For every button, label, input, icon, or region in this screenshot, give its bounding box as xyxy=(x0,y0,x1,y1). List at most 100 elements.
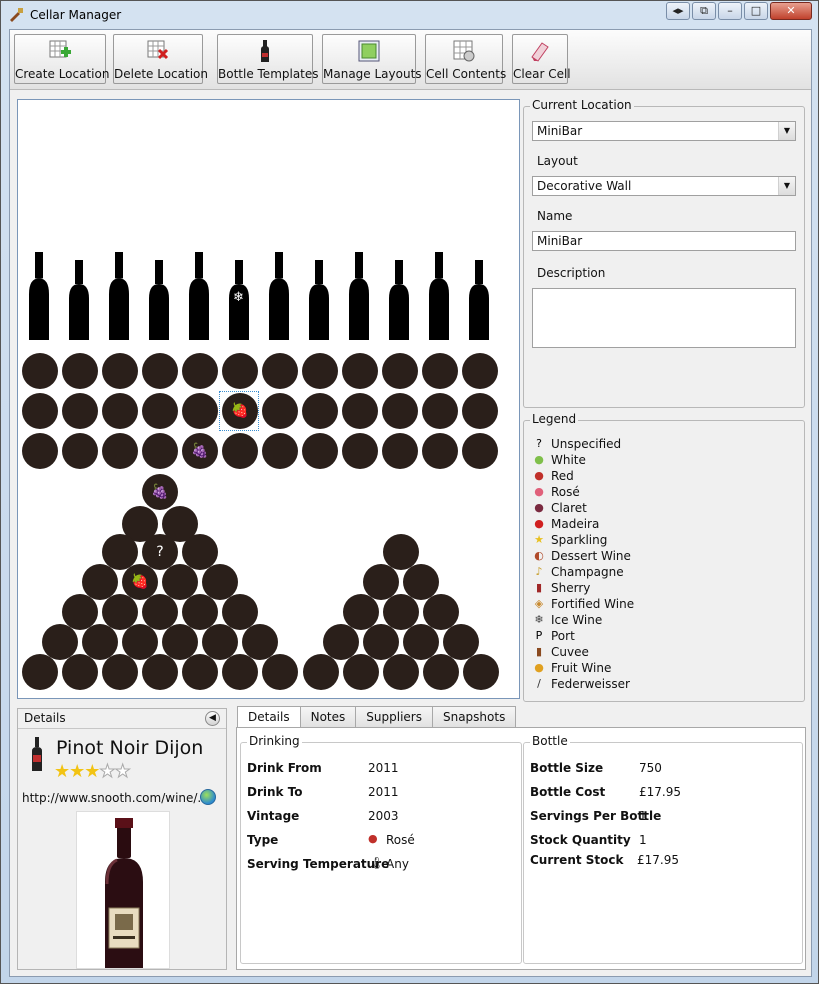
star-icon[interactable]: ★ xyxy=(54,761,70,782)
cellar-cell[interactable] xyxy=(62,433,98,469)
create-location-button[interactable]: Create Location xyxy=(14,34,110,84)
wall-bottle[interactable]: ❄ xyxy=(227,260,251,348)
cellar-cell[interactable] xyxy=(22,433,58,469)
wall-bottle[interactable] xyxy=(467,260,491,348)
cellar-cell[interactable] xyxy=(382,353,418,389)
cellar-cell[interactable] xyxy=(22,353,58,389)
close-button[interactable]: ✕ xyxy=(770,2,812,20)
pyramid-cell[interactable] xyxy=(102,654,138,690)
cellar-cell[interactable] xyxy=(302,393,338,429)
wine-url-link[interactable]: http://www.snooth.com/wine/... xyxy=(22,791,209,805)
cellar-cell[interactable] xyxy=(382,433,418,469)
cellar-cell[interactable] xyxy=(102,393,138,429)
pyramid-cell[interactable] xyxy=(22,654,58,690)
cellar-cell[interactable] xyxy=(102,353,138,389)
create-location-label: Create Location xyxy=(15,67,110,81)
chevron-down-icon[interactable]: ▼ xyxy=(778,122,795,140)
legend-icon: ● xyxy=(534,453,544,466)
wall-bottle[interactable] xyxy=(387,260,411,348)
cellar-cell[interactable] xyxy=(222,353,258,389)
pyramid-cell[interactable] xyxy=(343,654,379,690)
tab-suppliers[interactable]: Suppliers xyxy=(355,706,433,728)
pyramid-cell[interactable]: 🍇 xyxy=(142,474,178,510)
pyramid-cell[interactable] xyxy=(62,654,98,690)
wall-bottle[interactable] xyxy=(107,252,131,340)
pyramid-cell[interactable] xyxy=(423,654,459,690)
wall-bottle[interactable] xyxy=(307,260,331,348)
tab-snapshots[interactable]: Snapshots xyxy=(431,706,517,728)
restore-layout-icon[interactable]: ⧉ xyxy=(692,2,716,20)
cellar-cell[interactable] xyxy=(342,393,378,429)
chevron-down-icon[interactable]: ▼ xyxy=(778,177,795,195)
maximize-button[interactable]: □ xyxy=(744,2,768,20)
rating-stars[interactable]: ★★★★★ xyxy=(54,761,131,783)
tab-details[interactable]: Details xyxy=(237,706,301,729)
legend-label: Red xyxy=(551,469,574,483)
cellar-cell[interactable] xyxy=(182,393,218,429)
cellar-cell[interactable] xyxy=(182,353,218,389)
description-input[interactable] xyxy=(532,288,796,348)
pyramid-cell[interactable] xyxy=(463,654,499,690)
cellar-cell[interactable] xyxy=(302,353,338,389)
details-tab-body: Drinking Drink From 2011 Drink To 2011 V… xyxy=(236,727,806,970)
star-icon[interactable]: ★ xyxy=(69,761,85,782)
manage-layouts-button[interactable]: Manage Layouts xyxy=(322,34,422,84)
cellar-cell[interactable] xyxy=(222,433,258,469)
name-input[interactable]: MiniBar xyxy=(532,231,796,251)
cellar-cell[interactable] xyxy=(462,353,498,389)
star-icon[interactable]: ★ xyxy=(114,761,131,783)
collapse-left-icon[interactable]: ◀ xyxy=(205,711,220,726)
layout-select[interactable]: Decorative Wall ▼ xyxy=(532,176,796,196)
location-select[interactable]: MiniBar ▼ xyxy=(532,121,796,141)
clear-cell-button[interactable]: Clear Cell xyxy=(512,34,571,84)
cellar-cell[interactable] xyxy=(422,353,458,389)
cellar-cell[interactable] xyxy=(382,393,418,429)
pyramid-cell[interactable] xyxy=(142,654,178,690)
wall-bottle[interactable] xyxy=(67,260,91,348)
cellar-cell[interactable] xyxy=(142,353,178,389)
resize-icon[interactable]: ◂▸ xyxy=(666,2,690,20)
cellar-cell[interactable] xyxy=(302,433,338,469)
cellar-cell[interactable] xyxy=(462,433,498,469)
globe-icon[interactable] xyxy=(200,789,216,805)
cellar-cell[interactable] xyxy=(102,433,138,469)
bottle-templates-icon xyxy=(261,40,269,62)
cellar-cell[interactable] xyxy=(462,393,498,429)
cellar-cell[interactable] xyxy=(142,433,178,469)
drink-to-label: Drink To xyxy=(247,785,303,799)
pyramid-cell[interactable] xyxy=(383,654,419,690)
wall-bottle[interactable] xyxy=(27,252,51,340)
delete-location-button[interactable]: Delete Location xyxy=(113,34,208,84)
pyramid-cell[interactable] xyxy=(303,654,339,690)
pyramid-cell[interactable] xyxy=(262,654,298,690)
tab-notes[interactable]: Notes xyxy=(299,706,357,728)
cellar-cell[interactable] xyxy=(262,433,298,469)
pyramid-cell[interactable] xyxy=(222,654,258,690)
cellar-cell[interactable] xyxy=(262,353,298,389)
wall-bottle[interactable] xyxy=(147,260,171,348)
cellar-layout-canvas[interactable]: ❄ 🍓 🍇 🍇? 🍓 xyxy=(17,99,520,699)
star-icon[interactable]: ★ xyxy=(84,761,100,782)
wall-bottle[interactable] xyxy=(267,252,291,340)
wall-bottle[interactable] xyxy=(427,252,451,340)
cell-contents-button[interactable]: Cell Contents xyxy=(425,34,507,84)
cellar-cell[interactable] xyxy=(262,393,298,429)
wall-bottle[interactable] xyxy=(187,252,211,340)
cellar-cell[interactable] xyxy=(22,393,58,429)
minimize-button[interactable]: – xyxy=(718,2,742,20)
cell-contents-label: Cell Contents xyxy=(426,67,507,81)
cellar-cell[interactable] xyxy=(422,433,458,469)
bottle-templates-button[interactable]: Bottle Templates xyxy=(217,34,319,84)
cellar-cell[interactable] xyxy=(62,393,98,429)
cellar-cell[interactable] xyxy=(142,393,178,429)
cellar-cell[interactable]: 🍇 xyxy=(182,433,218,469)
stock-quantity-value: 1 xyxy=(639,833,647,847)
star-icon[interactable]: ★ xyxy=(99,761,116,783)
cellar-cell[interactable] xyxy=(422,393,458,429)
cellar-cell[interactable] xyxy=(62,353,98,389)
wall-bottle[interactable] xyxy=(347,252,371,340)
pyramid-cell[interactable] xyxy=(182,654,218,690)
cellar-cell[interactable] xyxy=(342,433,378,469)
cellar-cell[interactable] xyxy=(342,353,378,389)
legend-item-ice-wine: ❄ Ice Wine xyxy=(532,612,602,628)
